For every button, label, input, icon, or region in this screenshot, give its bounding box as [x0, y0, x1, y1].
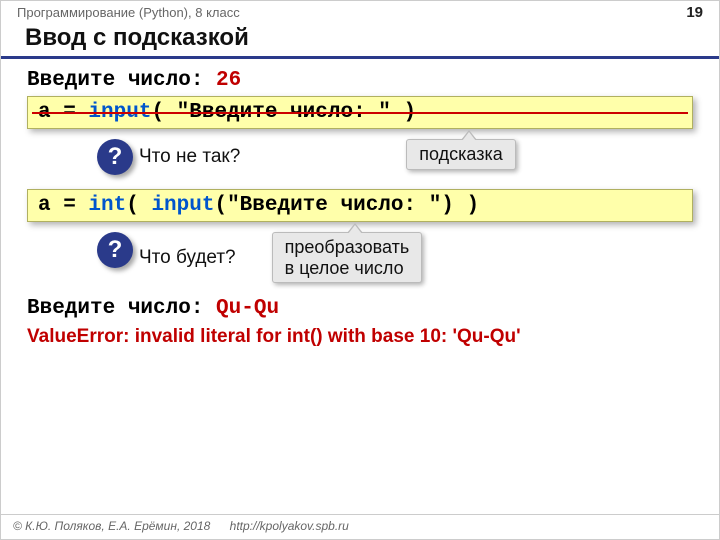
prompt-label-2: Введите число:	[27, 297, 216, 320]
code-rest: ( "Введите число: " )	[151, 101, 416, 124]
code2-paren: (	[126, 194, 151, 217]
code-box-1: a = input( "Введите число: " )	[27, 96, 693, 129]
code-box-2: a = int( input("Введите число: ") )	[27, 189, 693, 222]
course-name: Программирование (Python), 8 класс	[17, 5, 240, 20]
question-text-1: Что не так?	[139, 146, 240, 168]
code-line-2: a = int( input("Введите число: ") )	[38, 194, 479, 217]
prompt-input-value: 26	[216, 69, 241, 92]
header-bar: Программирование (Python), 8 класс 19	[1, 1, 719, 22]
int-keyword: int	[88, 194, 126, 217]
question-mark-icon: ?	[97, 139, 133, 175]
code2-rest: ("Введите число: ") )	[214, 194, 479, 217]
footer: © К.Ю. Поляков, Е.А. Ерёмин, 2018 http:/…	[1, 514, 719, 539]
question-text-2: Что будет?	[139, 247, 236, 269]
callout-line-2: в целое число	[285, 258, 404, 278]
input-keyword-2: input	[151, 194, 214, 217]
prompt-input-value-2: Qu-Qu	[216, 297, 279, 320]
question-row-2: ? Что будет? преобразовать в целое число	[97, 232, 693, 283]
prompt-example-2: Введите число: Qu-Qu	[27, 297, 693, 320]
code2-a-eq: a =	[38, 194, 88, 217]
error-message: ValueError: invalid literal for int() wi…	[27, 326, 693, 348]
page-title: Ввод с подсказкой	[1, 22, 719, 59]
question-mark-icon: ?	[97, 232, 133, 268]
page-number: 19	[686, 4, 703, 21]
callout-hint: подсказка	[406, 139, 515, 170]
code-a-eq: a =	[38, 101, 88, 124]
code-line-struck: a = input( "Введите число: " )	[38, 101, 682, 124]
content-area: Введите число: 26 a = input( "Введите чи…	[1, 59, 719, 348]
callout-convert: преобразовать в целое число	[272, 232, 423, 283]
question-row-1: ? Что не так? подсказка	[97, 139, 693, 175]
footer-url: http://kpolyakov.spb.ru	[230, 519, 349, 533]
prompt-label: Введите число:	[27, 69, 216, 92]
input-keyword: input	[88, 101, 151, 124]
copyright: © К.Ю. Поляков, Е.А. Ерёмин, 2018	[13, 519, 210, 533]
callout-line-1: преобразовать	[285, 237, 410, 257]
prompt-example-1: Введите число: 26	[27, 69, 693, 92]
